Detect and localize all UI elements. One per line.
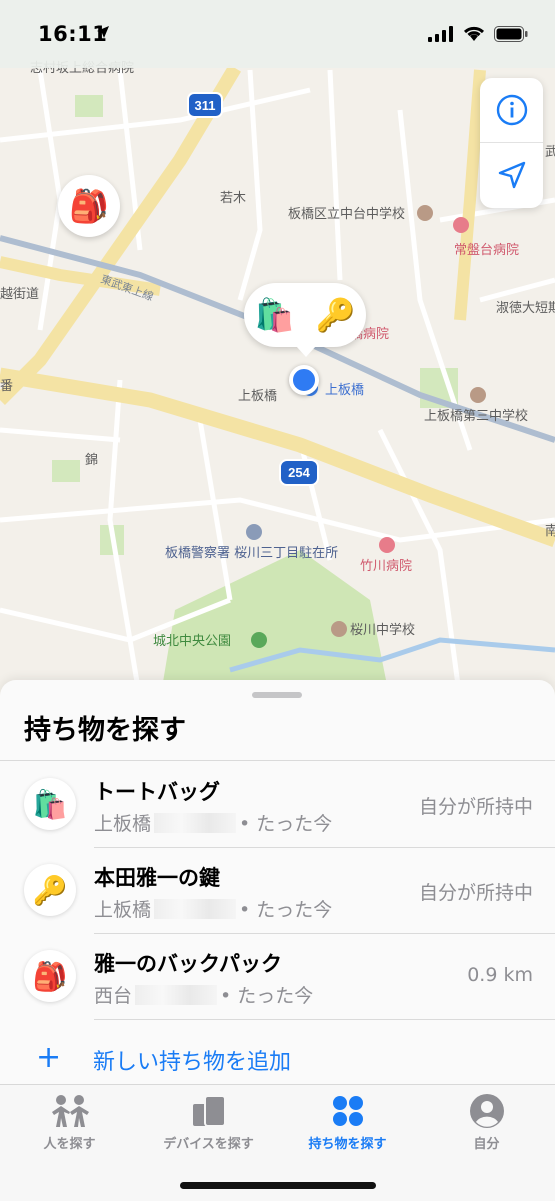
battery-icon [494, 26, 528, 42]
tab-items[interactable]: 持ち物を探す [278, 1093, 417, 1153]
tote-bag-icon: 🛍️ [254, 296, 295, 334]
items-sheet: 持ち物を探す 🛍️ トートバッグ 上板橋 • たった今 自分が所持中 🔑 本田雅一… [0, 680, 555, 1084]
sheet-title: 持ち物を探す [24, 715, 186, 746]
time-text: • たった今 [239, 813, 333, 835]
tab-label: 人を探す [43, 1137, 96, 1152]
school-marker-icon [417, 205, 433, 221]
location-arrow-icon [97, 26, 109, 38]
map-label: 竹川病院 [360, 559, 412, 574]
location-text: 西台 [94, 985, 133, 1007]
map-label: 武 [545, 145, 555, 160]
item-status: 自分が所持中 [418, 796, 533, 818]
map-view[interactable]: 311 254 若木 板橋区立中台中学校 常盤台病院 淑徳大短期 東武東上線 越… [0, 0, 555, 700]
school-marker-icon [470, 387, 486, 403]
map-label: 上板橋第三中学校 [424, 408, 528, 424]
park-marker-icon [251, 632, 267, 648]
tab-bar: 人を探す デバイスを探す 持ち物を探す 自分 [0, 1084, 555, 1201]
hospital-marker-icon [453, 217, 469, 233]
list-item-tote-bag[interactable]: 🛍️ トートバッグ 上板橋 • たった今 自分が所持中 [0, 762, 555, 848]
map-label: 上板橋 [325, 383, 364, 398]
item-location: 上板橋 • たった今 [94, 809, 332, 836]
wifi-icon [463, 26, 485, 41]
items-cluster-pin[interactable]: 🛍️ 🔑 [244, 283, 366, 357]
devices-icon [192, 1095, 226, 1127]
redacted-address [154, 899, 237, 919]
map-label: 錦 [85, 452, 98, 468]
backpack-icon: 🎒 [69, 187, 109, 225]
location-text: 上板橋 [94, 813, 152, 835]
cellular-signal-icon [428, 26, 453, 42]
map-label: 若木 [220, 190, 246, 206]
add-item-button[interactable]: + 新しい持ち物を追加 [0, 1038, 555, 1082]
map-label: 番 [0, 379, 13, 394]
tab-label: 自分 [473, 1137, 500, 1152]
location-arrow-icon [498, 161, 525, 189]
tab-me[interactable]: 自分 [417, 1093, 555, 1153]
info-icon [496, 94, 527, 126]
map-label: 板橋警察署 桜川三丁目駐在所 [165, 545, 338, 561]
items-icon [332, 1096, 363, 1126]
police-marker-icon [246, 524, 262, 540]
map-label: 城北中央公園 [153, 634, 231, 649]
divider [0, 760, 555, 761]
item-location: 西台 • たった今 [94, 981, 313, 1008]
item-name: 雅一のバックパック [94, 952, 282, 976]
time-text: • たった今 [220, 985, 314, 1007]
item-name: トートバッグ [94, 780, 220, 804]
item-location: 上板橋 • たった今 [94, 895, 332, 922]
map-label: 上板橋 [238, 389, 277, 404]
location-text: 上板橋 [94, 899, 152, 921]
route-311-shield: 311 [187, 92, 223, 118]
map-label: 淑徳大短期 [496, 301, 555, 316]
tab-label: デバイスを探す [163, 1137, 254, 1152]
item-status: 自分が所持中 [418, 882, 533, 904]
map-controls [480, 78, 543, 208]
backpack-map-pin[interactable]: 🎒 [58, 175, 120, 237]
map-label: 常盤台病院 [454, 243, 519, 258]
key-icon: 🔑 [24, 864, 76, 916]
green-patch [75, 95, 103, 117]
add-item-label: 新しい持ち物を追加 [93, 1050, 292, 1075]
map-label: 桜川中学校 [350, 622, 415, 638]
sheet-grabber[interactable] [252, 692, 302, 698]
tab-devices[interactable]: デバイスを探す [139, 1093, 278, 1153]
tab-label: 持ち物を探す [308, 1137, 387, 1152]
backpack-icon: 🎒 [24, 950, 76, 1002]
map-label: 南 [545, 523, 555, 539]
plus-icon: + [36, 1040, 62, 1075]
divider [94, 1019, 555, 1020]
me-icon [469, 1094, 504, 1128]
redacted-address [154, 813, 237, 833]
map-label: 板橋区立中台中学校 [288, 206, 405, 222]
map-label: 越街道 [0, 287, 39, 302]
hospital-marker-icon [379, 537, 395, 553]
time-text: • たった今 [239, 899, 333, 921]
green-patch [52, 460, 80, 482]
key-icon: 🔑 [315, 296, 356, 334]
redacted-address [135, 985, 218, 1005]
item-name: 本田雅一の鍵 [94, 866, 220, 890]
current-location-dot [289, 365, 319, 395]
tab-people[interactable]: 人を探す [0, 1093, 139, 1153]
home-indicator [180, 1182, 376, 1189]
people-icon [51, 1095, 89, 1127]
route-254-shield: 254 [279, 459, 319, 486]
school-marker-icon [331, 621, 347, 637]
svg-text:254: 254 [288, 465, 310, 480]
status-bar: 16:11 [0, 0, 555, 68]
current-location-button[interactable] [480, 143, 543, 207]
tote-bag-icon: 🛍️ [24, 778, 76, 830]
item-distance: 0.9 km [467, 964, 533, 986]
list-item-backpack[interactable]: 🎒 雅一のバックパック 西台 • たった今 0.9 km [0, 934, 555, 1020]
info-button[interactable] [480, 78, 543, 143]
list-item-key[interactable]: 🔑 本田雅一の鍵 上板橋 • たった今 自分が所持中 [0, 848, 555, 934]
svg-text:311: 311 [195, 98, 216, 113]
